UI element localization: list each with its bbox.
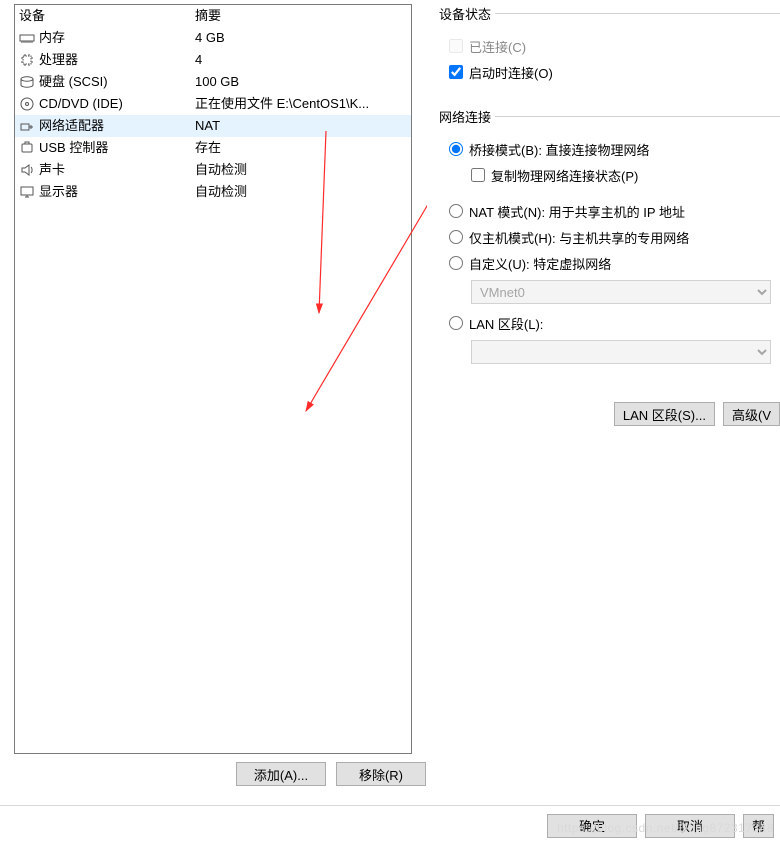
- replicate-checkbox[interactable]: [471, 168, 485, 182]
- device-summary: 4 GB: [189, 27, 411, 49]
- bridged-row[interactable]: 桥接模式(B): 直接连接物理网络: [449, 136, 780, 162]
- cd-icon: [19, 96, 35, 112]
- lanseg-select: [471, 340, 771, 364]
- network-connection-group: 网络连接 桥接模式(B): 直接连接物理网络 复制物理网络连接状态(P) NAT…: [435, 107, 780, 376]
- lanseg-radio[interactable]: [449, 316, 463, 330]
- device-status-group: 设备状态 已连接(C) 启动时连接(O): [435, 4, 780, 91]
- lanseg-label: LAN 区段(L):: [469, 314, 543, 333]
- table-row[interactable]: USB 控制器 存在: [15, 137, 411, 159]
- connected-checkbox: [449, 39, 463, 53]
- table-row[interactable]: 声卡 自动检测: [15, 159, 411, 181]
- lan-segments-button[interactable]: LAN 区段(S)...: [614, 402, 715, 426]
- device-table[interactable]: 设备 摘要 内存4 GB处理器4硬盘 (SCSI)100 GBCD/DVD (I…: [14, 4, 412, 754]
- device-name: 网络适配器: [39, 115, 104, 137]
- hostonly-label: 仅主机模式(H): 与主机共享的专用网络: [469, 228, 689, 247]
- device-summary: 自动检测: [189, 159, 411, 181]
- memory-icon: [19, 30, 35, 46]
- device-name: 处理器: [39, 49, 78, 71]
- nat-radio[interactable]: [449, 204, 463, 218]
- connected-label: 已连接(C): [469, 37, 526, 56]
- custom-vmnet-select: VMnet0: [471, 280, 771, 304]
- table-row[interactable]: 硬盘 (SCSI) 100 GB: [15, 71, 411, 93]
- network-connection-legend: 网络连接: [435, 107, 495, 126]
- device-summary: 正在使用文件 E:\CentOS1\K...: [189, 93, 411, 115]
- table-row[interactable]: 显示器 自动检测: [15, 181, 411, 203]
- add-button[interactable]: 添加(A)...: [236, 762, 326, 786]
- nat-label: NAT 模式(N): 用于共享主机的 IP 地址: [469, 202, 685, 221]
- device-summary: 自动检测: [189, 181, 411, 203]
- device-name: CD/DVD (IDE): [39, 93, 123, 115]
- device-summary: NAT: [189, 115, 411, 137]
- lanseg-row[interactable]: LAN 区段(L):: [449, 310, 780, 336]
- nic-icon: [19, 118, 35, 134]
- custom-label: 自定义(U): 特定虚拟网络: [469, 254, 611, 273]
- nat-row[interactable]: NAT 模式(N): 用于共享主机的 IP 地址: [449, 198, 780, 224]
- device-summary: 4: [189, 49, 411, 71]
- device-name: 硬盘 (SCSI): [39, 71, 108, 93]
- usb-icon: [19, 140, 35, 156]
- help-button[interactable]: 帮: [743, 814, 774, 838]
- custom-radio[interactable]: [449, 256, 463, 270]
- device-name: 显示器: [39, 181, 78, 203]
- table-row[interactable]: 内存 4 GB: [15, 27, 411, 49]
- device-summary: 100 GB: [189, 71, 411, 93]
- sound-icon: [19, 162, 35, 178]
- display-icon: [19, 184, 35, 200]
- hostonly-row[interactable]: 仅主机模式(H): 与主机共享的专用网络: [449, 224, 780, 250]
- table-row[interactable]: CD/DVD (IDE) 正在使用文件 E:\CentOS1\K...: [15, 93, 411, 115]
- bridged-label: 桥接模式(B): 直接连接物理网络: [469, 140, 650, 159]
- bridged-radio[interactable]: [449, 142, 463, 156]
- custom-row[interactable]: 自定义(U): 特定虚拟网络: [449, 250, 780, 276]
- connect-at-poweron-label: 启动时连接(O): [469, 63, 553, 82]
- cpu-icon: [19, 52, 35, 68]
- device-name: USB 控制器: [39, 137, 108, 159]
- cancel-button[interactable]: 取消: [645, 814, 735, 838]
- connected-row: 已连接(C): [449, 33, 780, 59]
- replicate-label: 复制物理网络连接状态(P): [491, 166, 638, 185]
- device-status-legend: 设备状态: [435, 4, 495, 23]
- device-summary: 存在: [189, 137, 411, 159]
- disk-icon: [19, 74, 35, 90]
- device-table-header: 设备 摘要: [15, 5, 411, 27]
- hostonly-radio[interactable]: [449, 230, 463, 244]
- connect-at-poweron-checkbox[interactable]: [449, 65, 463, 79]
- table-row[interactable]: 处理器 4: [15, 49, 411, 71]
- header-device: 设备: [15, 5, 189, 27]
- ok-button[interactable]: 确定: [547, 814, 637, 838]
- device-name: 声卡: [39, 159, 65, 181]
- device-name: 内存: [39, 27, 65, 49]
- table-row[interactable]: 网络适配器 NAT: [15, 115, 411, 137]
- connect-at-poweron-row[interactable]: 启动时连接(O): [449, 59, 780, 85]
- replicate-row[interactable]: 复制物理网络连接状态(P): [471, 162, 780, 188]
- advanced-button[interactable]: 高级(V: [723, 402, 780, 426]
- header-summary: 摘要: [189, 5, 411, 27]
- dialog-bottom-bar: 确定 取消 帮: [0, 805, 780, 845]
